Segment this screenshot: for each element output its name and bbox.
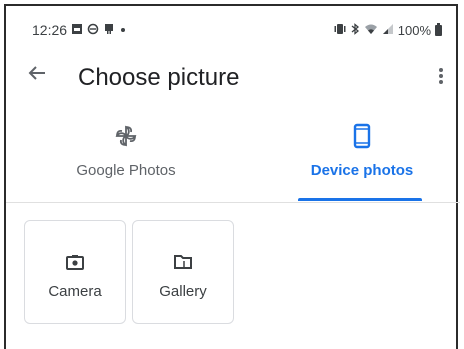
status-bar: 12:26 100% (32, 20, 442, 40)
gallery-label: Gallery (159, 283, 207, 300)
tab-label: Google Photos (76, 162, 176, 179)
tab-indicator (298, 198, 422, 201)
camera-label: Camera (48, 283, 102, 300)
more-options-button[interactable] (430, 60, 452, 92)
camera-button[interactable]: Camera (24, 220, 126, 324)
battery-percent: 100% (397, 22, 431, 38)
tab-google-photos[interactable]: Google Photos (26, 114, 226, 204)
circle-notification-icon (87, 23, 99, 38)
signal-icon (382, 23, 394, 38)
folder-icon (133, 249, 233, 275)
pinwheel-icon (26, 120, 226, 152)
vibrate-icon (334, 23, 346, 38)
back-button[interactable] (20, 58, 54, 92)
wifi-icon (364, 23, 378, 38)
image-notification-icon (71, 23, 83, 38)
camera-icon (25, 249, 125, 275)
app-window: 12:26 100% Choose picture Google Photos … (4, 4, 460, 349)
battery-icon (435, 22, 442, 36)
tab-label: Device photos (310, 162, 414, 179)
tab-bar: Google Photos Device photos (6, 114, 460, 204)
dot-notification-icon (119, 23, 127, 37)
bluetooth-icon (350, 22, 360, 38)
divider (6, 202, 460, 203)
toolbar: Choose picture (6, 50, 460, 102)
arrow-back-icon (27, 63, 47, 88)
status-time: 12:26 (32, 22, 68, 38)
more-vert-icon (439, 66, 443, 86)
tab-device-photos[interactable]: Device photos (262, 114, 462, 204)
gallery-button[interactable]: Gallery (132, 220, 234, 324)
smartphone-icon (262, 120, 462, 152)
vpn-notification-icon (103, 23, 115, 38)
page-title: Choose picture (78, 64, 240, 91)
